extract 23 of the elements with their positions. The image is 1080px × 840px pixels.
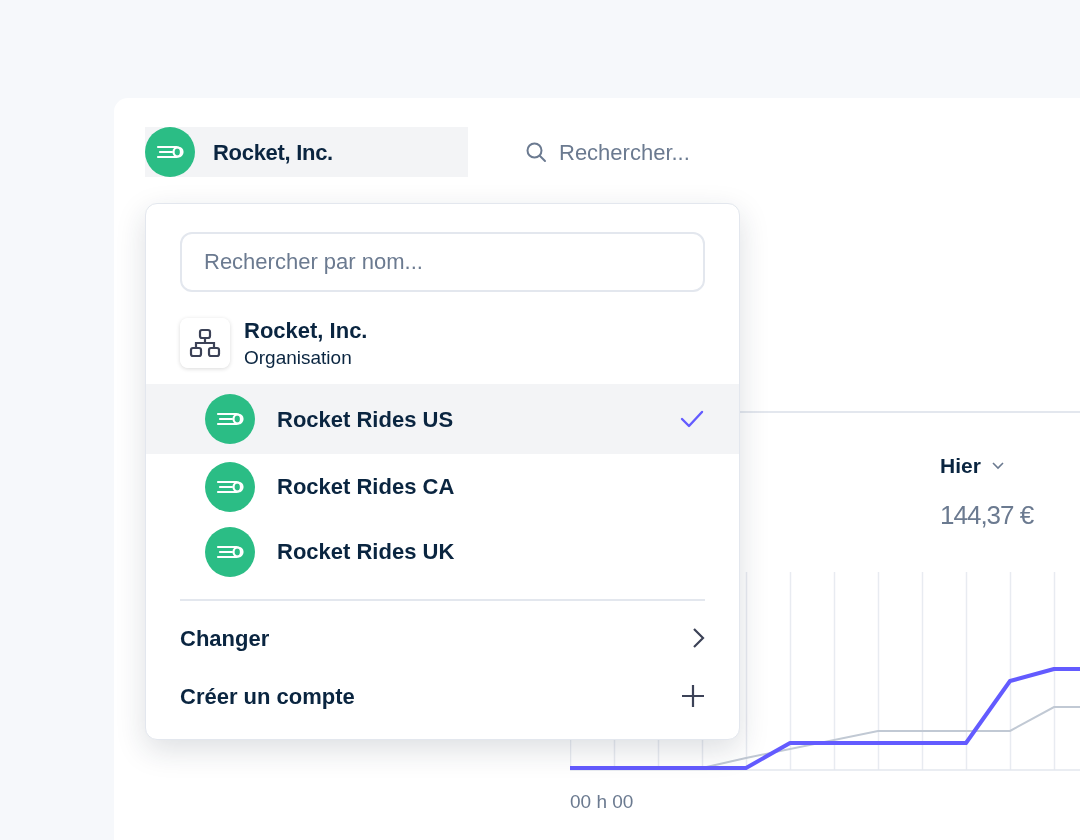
hierarchy-icon xyxy=(180,318,230,368)
account-item[interactable]: Rocket Rides CA xyxy=(146,454,739,519)
create-account-item[interactable]: Créer un compte xyxy=(146,667,739,725)
search-field[interactable]: Rechercher... xyxy=(559,135,759,169)
switch-menu-item[interactable]: Changer xyxy=(146,609,739,667)
account-item[interactable]: Rocket Rides US xyxy=(146,384,739,454)
logo-icon xyxy=(205,394,255,444)
logo-icon xyxy=(145,127,195,177)
logo-icon xyxy=(205,461,255,512)
plus-icon xyxy=(681,684,705,708)
organisation-name: Rocket, Inc. xyxy=(244,318,368,344)
amount-value: 144,37 € xyxy=(940,498,1034,532)
x-axis-label: 00 h 00 xyxy=(570,790,634,814)
organisation-label: Organisation xyxy=(244,346,353,370)
account-item[interactable]: Rocket Rides UK xyxy=(146,519,739,584)
name-search-field[interactable]: Rechercher par nom... xyxy=(180,232,705,292)
chevron-right-icon xyxy=(691,627,705,649)
account-switcher-button[interactable]: Rocket, Inc. xyxy=(145,127,468,177)
chevron-down-icon xyxy=(990,461,1005,471)
check-icon xyxy=(679,409,705,429)
period-dropdown[interactable]: Hier xyxy=(940,450,1005,482)
logo-icon xyxy=(205,526,255,577)
search-icon xyxy=(525,141,547,163)
